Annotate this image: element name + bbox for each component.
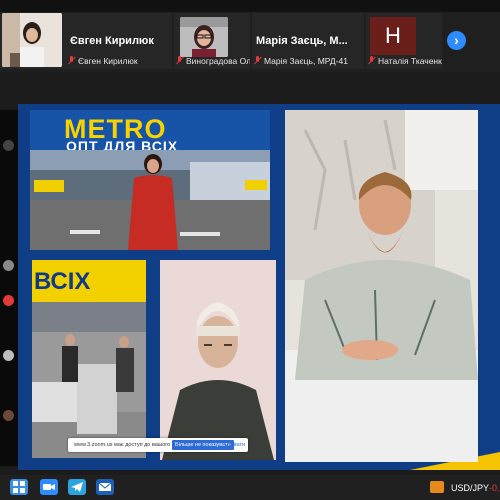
participant-strip: Євген Кирилюк Євген Кирилюк Виноградова …	[0, 0, 500, 72]
selfie-video-frame	[160, 260, 276, 460]
telegram-icon[interactable]	[68, 479, 86, 495]
participant-tile-1[interactable]: Євген Кирилюк Євген Кирилюк	[0, 13, 172, 69]
chart-icon[interactable]	[430, 481, 444, 493]
screen-share-notice: www.3.zoom.us має доступ до вашого екран…	[68, 438, 248, 452]
participant-sub-label: Наталія Ткаченко	[368, 56, 442, 66]
muted-mic-icon	[254, 56, 261, 65]
store-sign: ВСІХ	[32, 260, 146, 302]
participant-video-thumbnail	[2, 13, 62, 67]
windows-icon[interactable]	[10, 479, 28, 495]
participant-name: Євген Кирилюк	[70, 35, 154, 47]
mail-icon[interactable]	[96, 479, 114, 495]
muted-mic-icon	[68, 56, 75, 65]
participant-tile-3[interactable]: Марія Заєць, М... Марія Заєць, МРД-41	[252, 13, 364, 69]
ticker-change: -0.0	[489, 483, 500, 493]
shared-screen: METRO ОПТ ДЛЯ ВСІХ ВСІХ www.3.zoom.us ма…	[0, 104, 500, 470]
comment-icon	[3, 350, 14, 361]
store-interior-photo: ВСІХ	[32, 260, 146, 458]
avatar	[3, 260, 14, 271]
participant-name: Марія Заєць, М...	[256, 35, 348, 47]
participant-sub-label: Євген Кирилюк	[68, 56, 168, 66]
hide-button[interactable]: Сховати	[222, 440, 247, 450]
store-sign-text: ВСІХ	[34, 268, 91, 295]
heart-icon	[3, 295, 14, 306]
participant-sub-label: Марія Заєць, МРД-41	[254, 56, 362, 66]
muted-mic-icon	[176, 56, 183, 65]
phone-preview-strip	[0, 110, 18, 466]
ticker-symbol: USD/JPY	[451, 483, 490, 493]
metro-sign: METRO ОПТ ДЛЯ ВСІХ	[30, 110, 270, 154]
participant-avatar: H	[370, 17, 416, 55]
music-disc-icon	[3, 410, 14, 421]
taskbar: USD/JPY -0.0	[0, 475, 500, 500]
metro-store-photo: METRO ОПТ ДЛЯ ВСІХ	[30, 110, 270, 250]
chevron-right-icon[interactable]: ›	[447, 31, 466, 50]
window-title-bar	[0, 0, 500, 12]
interview-video-frame	[285, 110, 478, 462]
participant-tile-4[interactable]: H Наталія Ткаченко	[366, 13, 442, 69]
search-icon	[3, 140, 14, 151]
participant-tile-2[interactable]: Виноградова Олена В...	[174, 13, 250, 69]
participant-video-thumbnail	[180, 17, 228, 57]
muted-mic-icon	[368, 56, 375, 65]
zoom-icon[interactable]	[40, 479, 58, 495]
participant-sub-label: Виноградова Олена В...	[176, 56, 250, 66]
